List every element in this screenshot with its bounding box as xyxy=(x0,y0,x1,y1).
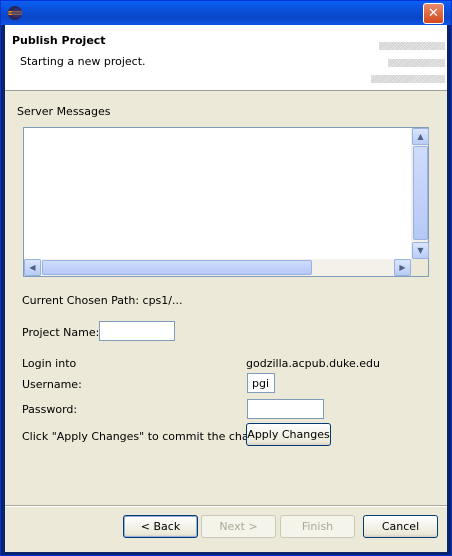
password-label: Password: xyxy=(22,403,78,416)
horizontal-scroll-thumb[interactable] xyxy=(42,260,312,275)
next-button[interactable]: Next > xyxy=(201,515,276,538)
scroll-down-button[interactable]: ▼ xyxy=(412,242,429,259)
finish-button[interactable]: Finish xyxy=(280,515,355,538)
dialog-window: ✕ Publish Project Starting a new project… xyxy=(0,0,452,556)
dialog-client-area: Publish Project Starting a new project. … xyxy=(5,25,447,552)
chevron-up-icon: ▲ xyxy=(417,132,424,141)
vertical-scroll-thumb[interactable] xyxy=(413,146,428,240)
vertical-scrollbar[interactable]: ▲ ▼ xyxy=(411,128,429,259)
scroll-corner xyxy=(411,259,428,276)
scroll-right-button[interactable]: ▶ xyxy=(394,259,411,276)
horizontal-scrollbar[interactable]: ◀ ▶ xyxy=(24,259,411,276)
page-subtitle: Starting a new project. xyxy=(20,55,146,68)
eclipse-icon xyxy=(8,6,22,20)
cancel-button[interactable]: Cancel xyxy=(363,515,438,538)
chevron-right-icon: ▶ xyxy=(399,263,406,272)
scroll-up-button[interactable]: ▲ xyxy=(412,128,429,145)
back-button[interactable]: < Back xyxy=(123,515,198,538)
page-title: Publish Project xyxy=(12,34,106,47)
close-button[interactable]: ✕ xyxy=(423,3,444,24)
project-name-input[interactable] xyxy=(99,321,175,341)
username-input[interactable]: pgi xyxy=(247,373,275,393)
apply-changes-button[interactable]: Apply Changes xyxy=(246,423,331,446)
password-input[interactable] xyxy=(247,399,324,419)
scroll-left-button[interactable]: ◀ xyxy=(24,259,41,276)
server-messages-area[interactable]: ▲ ▼ ◀ ▶ xyxy=(23,127,429,277)
close-icon: ✕ xyxy=(428,6,439,21)
username-label: Username: xyxy=(22,378,82,391)
server-messages-label: Server Messages xyxy=(17,105,111,118)
apply-hint: Click "Apply Changes" to commit the chan… xyxy=(22,430,279,443)
footer-separator xyxy=(5,505,447,507)
login-into-label: Login into xyxy=(22,357,77,370)
chevron-left-icon: ◀ xyxy=(29,263,36,272)
login-host: godzilla.acpub.duke.edu xyxy=(246,357,381,370)
project-name-label: Project Name: xyxy=(22,326,100,339)
title-bar[interactable]: ✕ xyxy=(1,1,451,25)
chevron-down-icon: ▼ xyxy=(417,246,424,255)
wizard-header: Publish Project Starting a new project. xyxy=(5,25,447,91)
banner-graphic xyxy=(370,39,445,85)
current-path-label: Current Chosen Path: cps1/... xyxy=(22,294,183,307)
